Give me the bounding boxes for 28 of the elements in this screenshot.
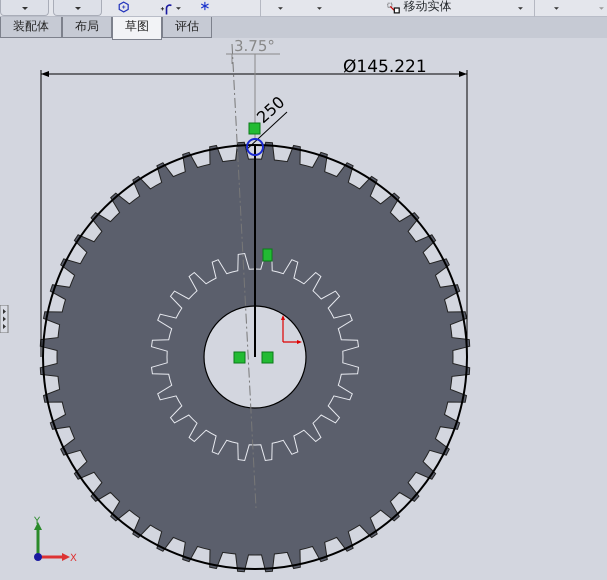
caret-icon[interactable] (316, 7, 322, 10)
relation-marker-icon (262, 352, 274, 364)
caret-icon[interactable] (176, 7, 181, 10)
relation-marker-icon (234, 352, 246, 364)
caret-icon[interactable] (518, 7, 523, 10)
hexagon-icon[interactable] (118, 0, 130, 14)
axis-triad-icon (34, 522, 70, 561)
axis-label: Y (34, 516, 40, 527)
asterisk-icon[interactable] (200, 0, 210, 12)
diameter-dimension: Ø145.221 (343, 57, 427, 77)
tab[interactable]: 评估 (162, 17, 212, 38)
relation-marker-icon (262, 248, 272, 262)
tab[interactable]: 装配体 (0, 17, 62, 38)
axis-label: X (70, 553, 77, 564)
caret-icon[interactable] (554, 7, 559, 10)
caret-icon (74, 7, 81, 10)
tab[interactable]: 布局 (62, 17, 112, 38)
point-marker-icon[interactable] (246, 138, 264, 156)
move-entities-label[interactable]: 移动实体 (404, 0, 452, 13)
small-dimension: 250 (252, 92, 288, 127)
sketch-origin-icon (281, 315, 302, 344)
caret-icon (22, 7, 28, 10)
panel-toggle-icon[interactable] (0, 305, 9, 333)
move-icon[interactable] (386, 1, 400, 15)
relation-marker-icon (248, 122, 260, 134)
caret-icon[interactable] (278, 7, 283, 10)
tab[interactable]: 草图 (112, 17, 162, 40)
angle-dimension: 3.75° (234, 38, 275, 55)
